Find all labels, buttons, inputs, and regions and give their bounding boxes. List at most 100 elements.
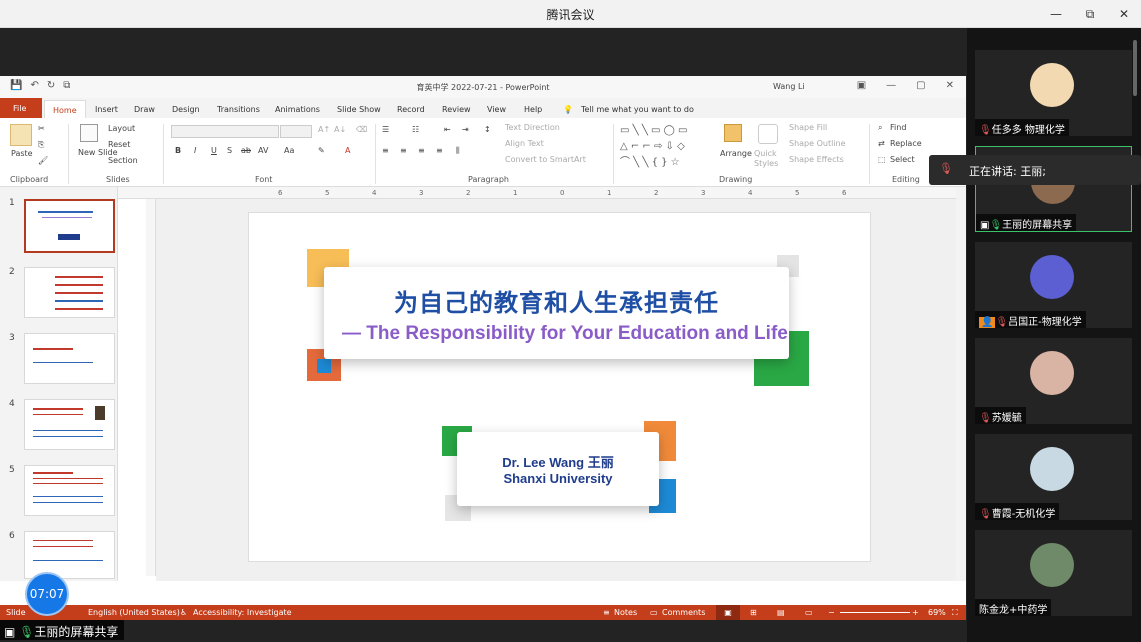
status-comments-button[interactable]: Comments [662,608,705,617]
participant-tile[interactable]: 陈金龙+中药学 [975,530,1132,616]
slide-thumbnail-2[interactable] [24,267,115,318]
section-button[interactable]: Section [108,156,138,165]
tab-help[interactable]: Help [524,105,542,114]
slide-thumbnail-1[interactable] [24,199,115,253]
fit-slide-icon[interactable]: ⛶ [952,608,958,618]
shape-outline-button[interactable]: Shape Outline [789,139,846,148]
shadow-icon[interactable]: S [227,146,232,155]
tab-slide-show[interactable]: Slide Show [337,105,381,114]
current-slide[interactable]: 为自己的教育和人生承担责任 — The Responsibility for Y… [248,212,871,562]
italic-icon[interactable]: I [194,146,196,155]
ppt-restore-icon[interactable]: ▢ [916,80,925,91]
panel-scrollbar[interactable] [1133,40,1137,96]
align-center-icon[interactable]: ≡ [400,146,407,155]
tab-record[interactable]: Record [397,105,425,114]
tab-home[interactable]: Home [44,100,86,118]
ppt-minimize-icon[interactable]: — [886,80,896,91]
tell-me-search[interactable]: Tell me what you want to do [581,105,694,114]
tab-draw[interactable]: Draw [134,105,155,114]
participant-name-text: 陈金龙+中药学 [979,605,1048,616]
participant-tile[interactable]: 🎙曹霞-无机化学 [975,434,1132,520]
align-text-button[interactable]: Align Text [505,139,544,148]
status-accessibility[interactable]: Accessibility: Investigate [193,608,292,617]
status-language[interactable]: English (United States) [88,608,180,617]
slideshow-view-icon[interactable]: ▭ [805,608,813,617]
minimize-button[interactable]: — [1039,0,1073,28]
tab-transitions[interactable]: Transitions [217,105,260,114]
replace-button[interactable]: Replace [890,139,922,148]
shapes-gallery[interactable]: ▭ ╲ ╲ ▭ ◯ ▭ △ ⌐ ⌐ ⇨ ⇩ ◇ ⌒ ╲ ╲ { } ☆ [620,123,715,171]
slide-thumbnail-3[interactable] [24,333,115,384]
font-name-combobox[interactable] [171,125,279,138]
align-right-icon[interactable]: ≡ [418,146,425,155]
status-zoom-level[interactable]: 69% [928,608,946,617]
justify-icon[interactable]: ≡ [436,146,443,155]
line-spacing-icon[interactable]: ↕ [484,125,491,134]
status-notes-button[interactable]: Notes [614,608,637,617]
participant-tile[interactable]: 👤 🎙吕国正-物理化学 [975,242,1132,328]
participant-tile[interactable]: 🎙苏媛毓 [975,338,1132,424]
slide-thumbnail-6[interactable] [24,531,115,579]
slide-thumbnail-5[interactable] [24,465,115,516]
new-slide-icon[interactable] [80,124,98,142]
participant-tile[interactable]: 🎙任多多 物理化学 [975,50,1132,136]
paste-icon[interactable] [10,124,32,146]
slide-thumbnail-4[interactable] [24,399,115,450]
highlight-icon[interactable]: ✎ [318,146,325,155]
cut-icon[interactable]: ✂ [38,124,45,133]
thumb-line [55,284,103,286]
select-button[interactable]: Select [890,155,915,164]
copy-icon[interactable]: ⎘ [38,140,44,150]
tab-file[interactable]: File [0,98,42,118]
tab-design[interactable]: Design [172,105,200,114]
tab-animations[interactable]: Animations [275,105,320,114]
change-case-icon[interactable]: Aa [284,146,294,155]
group-clipboard-label: Clipboard [10,175,49,184]
convert-smartart-button[interactable]: Convert to SmartArt [505,155,586,164]
slide-sorter-icon[interactable]: ⊞ [750,608,757,617]
reading-view-icon[interactable]: ▤ [777,608,785,617]
paste-button[interactable]: Paste [11,149,33,158]
format-painter-icon[interactable]: 🖌 [38,156,48,165]
decrease-indent-icon[interactable]: ⇤ [444,125,451,134]
close-button[interactable]: ✕ [1107,0,1141,28]
zoom-slider[interactable] [840,612,910,613]
shape-effects-button[interactable]: Shape Effects [789,155,844,164]
tab-review[interactable]: Review [442,105,471,114]
arrange-icon[interactable] [724,124,742,142]
meeting-timer[interactable]: 07:07 [25,572,69,616]
bold-icon[interactable]: B [175,146,181,155]
numbering-icon[interactable]: ☷ [412,125,419,134]
quick-styles-icon[interactable] [758,124,778,144]
increase-font-icon[interactable]: A↑ [318,125,330,134]
quick-styles-button[interactable]: Quick Styles [754,149,784,169]
find-button[interactable]: Find [890,123,906,132]
align-left-icon[interactable]: ≡ [382,146,389,155]
tab-insert[interactable]: Insert [95,105,118,114]
ppt-user-name[interactable]: Wang Li [773,82,805,91]
bullets-icon[interactable]: ☰ [382,125,389,134]
maximize-button[interactable]: ⧉ [1073,0,1107,28]
ribbon-display-icon[interactable]: ▣ [857,80,866,91]
columns-icon[interactable]: ⫼ [456,146,460,156]
increase-indent-icon[interactable]: ⇥ [462,125,469,134]
clear-formatting-icon[interactable]: ⌫ [356,125,367,134]
text-direction-button[interactable]: Text Direction [505,123,560,132]
font-color-icon[interactable]: A [345,146,350,155]
decrease-font-icon[interactable]: A↓ [334,125,346,134]
char-spacing-icon[interactable]: AV [258,146,268,155]
strikethrough-icon[interactable]: ab [241,146,251,155]
slide-editing-area[interactable]: 为自己的教育和人生承担责任 — The Responsibility for Y… [156,199,956,581]
layout-button[interactable]: Layout [108,124,135,133]
shape-fill-button[interactable]: Shape Fill [789,123,827,132]
arrange-button[interactable]: Arrange [720,149,752,158]
zoom-out-icon[interactable]: − [828,608,835,617]
normal-view-icon[interactable]: ▣ [716,605,740,620]
reset-button[interactable]: Reset [108,140,130,149]
font-size-combobox[interactable] [280,125,312,138]
tab-view[interactable]: View [487,105,506,114]
zoom-in-icon[interactable]: + [912,608,919,617]
vertical-scrollbar[interactable] [956,187,966,581]
underline-icon[interactable]: U [211,146,217,155]
ppt-close-icon[interactable]: ✕ [946,80,954,91]
